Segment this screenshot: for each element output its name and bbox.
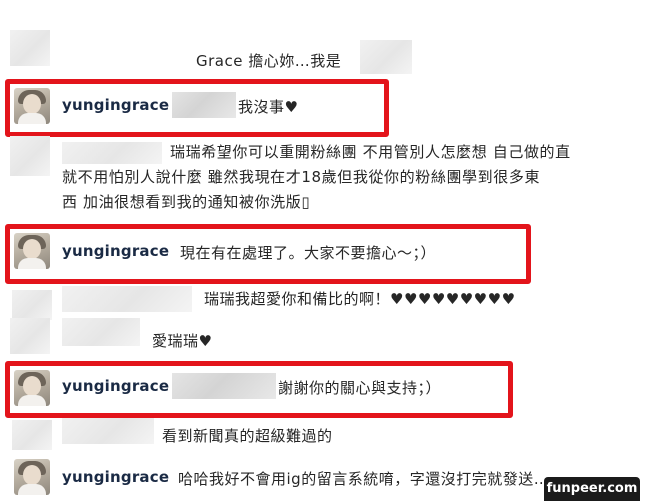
highlight-box (5, 224, 531, 284)
comment-text-line: 西 加油很想看到我的通知被你洗版▯ (62, 193, 311, 211)
comment-text: 哈哈我好不會用ig的留言系統唷，字還沒打完就發送… (178, 470, 550, 488)
censored-avatar (10, 136, 50, 176)
avatar-face (23, 465, 41, 485)
avatar[interactable] (14, 459, 50, 495)
censored-username (62, 286, 192, 312)
avatar-body (18, 484, 46, 495)
comment-text: 看到新聞真的超級難過的 (162, 427, 333, 445)
censored-username (62, 418, 154, 444)
censored-username (360, 40, 412, 74)
censored-username (62, 142, 162, 164)
highlight-box (5, 79, 389, 137)
watermark: funpeer.com (544, 477, 640, 501)
comment-text: Grace 擔心妳…我是 (196, 52, 342, 70)
censored-username (62, 318, 140, 346)
censored-avatar (12, 420, 52, 450)
username-link[interactable]: yungingrace (62, 468, 169, 486)
comment-text: 瑞瑞我超愛你和備比的啊！♥♥♥♥♥♥♥♥♥ (204, 290, 516, 308)
highlight-box (5, 361, 513, 418)
comment-text: 愛瑞瑞♥ (152, 332, 213, 350)
comment-text-line: 就不用怕別人說什麼 雖然我現在才18歲但我從你的粉絲團學到很多東 (62, 168, 541, 186)
censored-avatar (10, 30, 50, 66)
comment-text-line: 瑞瑞希望你可以重開粉絲團 不用管別人怎麼想 自己做的直 (170, 143, 571, 161)
censored-avatar (10, 318, 50, 354)
censored-avatar (12, 290, 52, 320)
